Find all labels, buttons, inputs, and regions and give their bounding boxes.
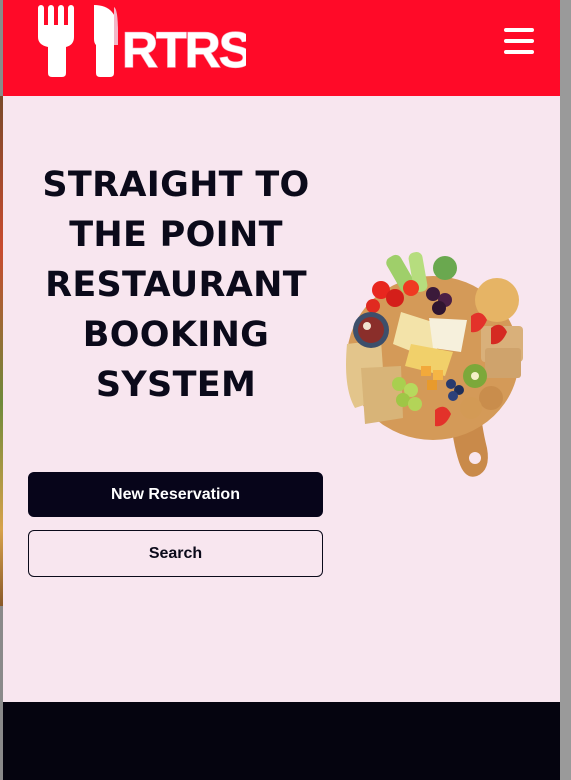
charcuterie-board-image — [346, 252, 523, 477]
site-header: RTRS — [3, 0, 560, 96]
knife-icon — [94, 5, 118, 77]
site-footer — [3, 702, 560, 780]
logo-wordmark: RTRS — [121, 21, 246, 78]
fork-icon — [38, 5, 74, 77]
hero-title: STRAIGHT TO THE POINT RESTAURANT BOOKING… — [42, 165, 310, 405]
svg-text:RTRS: RTRS — [122, 22, 246, 78]
page: RTRS STRAIGHT TO THE POINT RESTAURANT BO… — [3, 0, 560, 780]
search-button[interactable]: Search — [28, 530, 323, 577]
browser-viewport: RTRS STRAIGHT TO THE POINT RESTAURANT BO… — [0, 0, 571, 780]
hamburger-menu-icon[interactable] — [504, 28, 534, 54]
scrollbar[interactable] — [560, 0, 571, 780]
rtrs-logo[interactable]: RTRS — [36, 3, 246, 79]
new-reservation-button[interactable]: New Reservation — [28, 472, 323, 517]
